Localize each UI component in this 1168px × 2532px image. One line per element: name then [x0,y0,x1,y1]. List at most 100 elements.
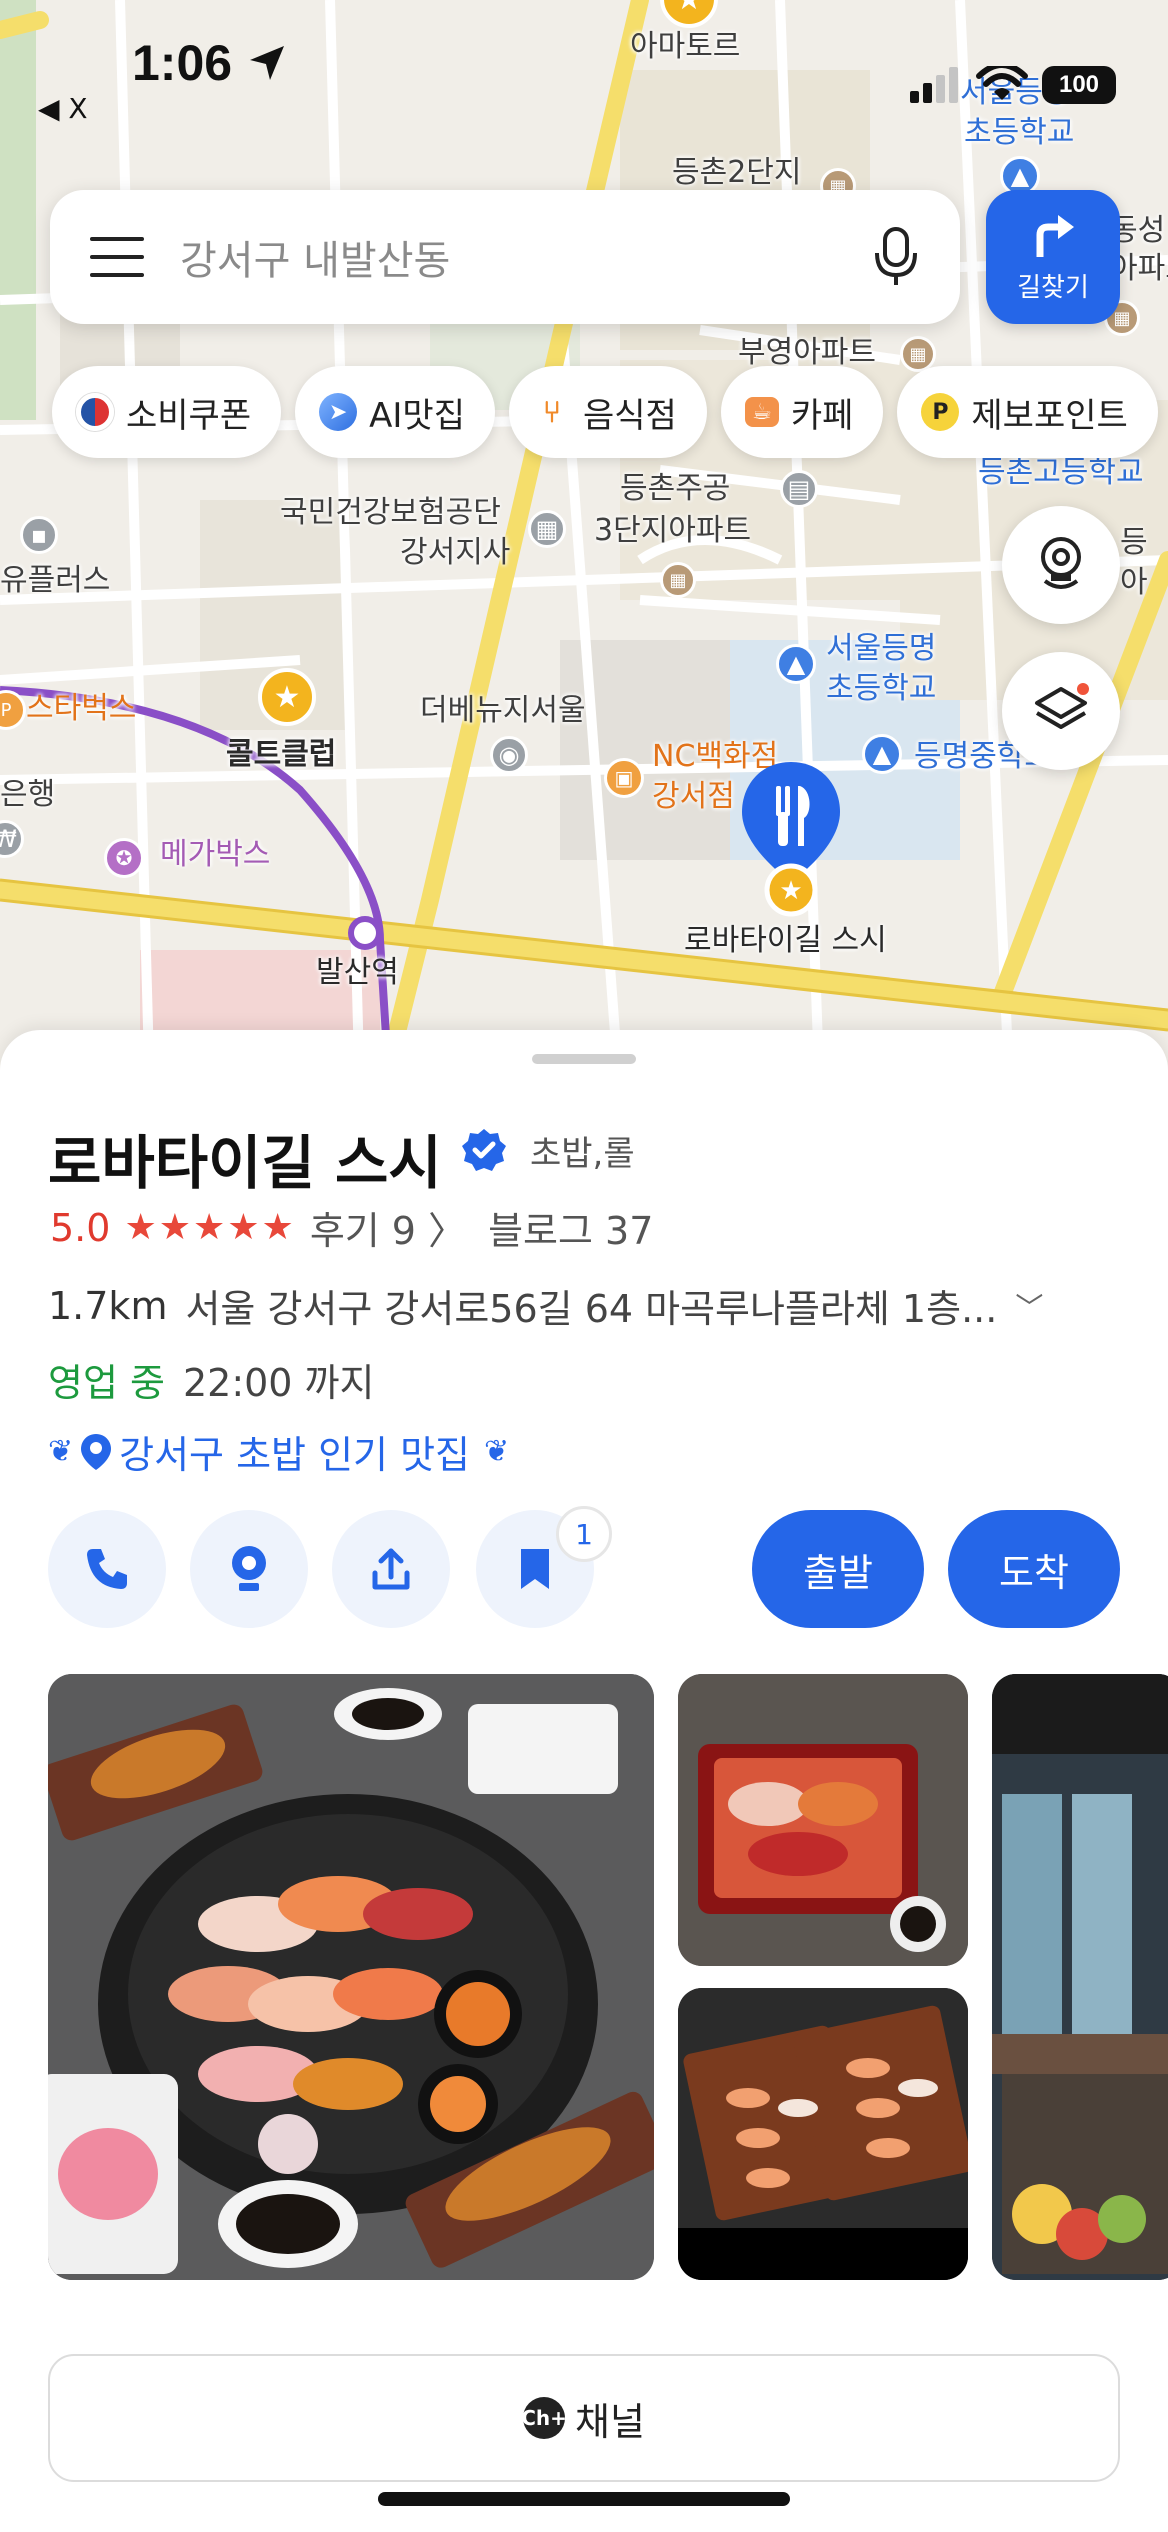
popular-badge-label: 강서구 초밥 인기 맛집 [119,1433,471,1477]
chirashi-box-image [678,1674,968,1966]
apartment-icon[interactable]: ▦ [660,562,696,598]
map-label-jugong: 등촌주공 [620,471,731,506]
map-label-amatory: 아마토르 [630,29,741,64]
chip-label: 제보포인트 [971,395,1128,436]
shopping-bag-icon[interactable]: ▣ [604,758,644,798]
directions-label: 길찾기 [1017,272,1089,303]
menu-icon[interactable] [90,237,144,277]
home-indicator [378,2492,790,2506]
map-label-nhis-b: 강서지사 [400,535,511,570]
laurel-right-icon: ❦ [484,1434,510,1469]
phone-icon [87,1549,127,1589]
map-label-thenew: 더베뉴지서울 [420,693,586,728]
place-title: 로바타이길 스시 [48,1129,442,1197]
svg-text:★: ★ [779,876,802,906]
status-indicators: 100 [908,66,1116,104]
cellular-signal-icon [910,67,958,103]
chip-cafe[interactable]: ☕ 카페 [720,366,884,458]
call-button[interactable] [48,1510,166,1628]
selected-place-marker[interactable]: ★ [736,756,846,926]
points-p-icon: P [921,393,960,431]
map-label-apt2: 등촌2단지 [672,155,802,190]
hours-row[interactable]: 영업 중 22:00 까지 [48,1352,374,1407]
map-canvas[interactable] [0,0,1168,1100]
map-label-deung-right-b: 아 [1120,565,1148,600]
chevron-down-icon[interactable]: ﹀ [1015,1286,1043,1326]
verified-badge-icon [462,1129,506,1171]
school-icon[interactable]: ▲ [862,734,902,774]
blog-reviews-link[interactable]: 블로그 37 [488,1200,653,1255]
map-label-coltclub: 콜트클럽 [226,737,337,772]
school-icon[interactable]: ▲ [776,644,816,684]
map-label-selected-place: 로바타이길 스시 [684,923,887,958]
sheet-drag-handle[interactable] [532,1054,636,1064]
address: 서울 강서구 강서로56길 64 마곡루나플라체 1층... [185,1287,998,1331]
map-view[interactable]: 아마토르 서울등양 초등학교 등촌2단지 동성 아파트 부영아파트 등촌고등학교… [0,0,1168,1100]
layers-icon [1035,683,1089,729]
distance: 1.7km [48,1283,168,1328]
category-chips: 소비쿠폰 ➤ AI맛집 ⑂ 음식점 ☕ 카페 P 제보포인트 [52,366,1158,458]
map-label-deungmyeong-elem: 서울등명 [826,631,937,666]
map-label-balsan-station: 발산역 [316,955,399,990]
open-status: 영업 중 [48,1361,165,1405]
street-view-icon [1041,537,1081,589]
restaurant-interior-image [992,1674,1168,2280]
reviews-link[interactable]: 후기 9 〉 [310,1200,466,1255]
laurel-left-icon: ❦ [48,1434,74,1469]
channel-label: 채널 [575,2399,645,2444]
share-icon [372,1548,410,1590]
search-input[interactable]: 강서구 내발산동 [180,228,872,286]
address-row[interactable]: 1.7km 서울 강서구 강서로56길 64 마곡루나플라체 1층... ﹀ [48,1278,1043,1333]
photo-sushi-trays[interactable] [678,1988,968,2280]
map-layers-button[interactable] [1002,652,1120,770]
street-view-action-button[interactable] [190,1510,308,1628]
bookmark-icon [521,1549,549,1589]
chip-ai-restaurants[interactable]: ➤ AI맛집 [295,366,495,458]
map-label-deung-right: 등 [1120,525,1148,560]
map-label-uplus: 유플러스 [0,563,111,598]
map-label-school-b: 초등학교 [964,115,1075,150]
map-label-bank: 은행 [0,777,56,812]
map-label-deungchon-high: 등촌고등학교 [978,455,1144,490]
microphone-icon[interactable] [872,225,920,289]
wifi-icon [976,66,1028,100]
kakao-channel-button[interactable]: Ch+ 채널 [48,2354,1120,2482]
building-icon[interactable]: ▪ [20,516,58,554]
popular-badge[interactable]: ❦ 강서구 초밥 인기 맛집 ❦ [48,1424,509,1479]
directions-button[interactable]: 길찾기 [986,190,1120,324]
utensils-icon: ⑂ [542,394,561,430]
rating-row: 5.0 ★★★★★ 후기 9 〉 블로그 37 [50,1200,653,1255]
channel-icon: Ch+ [521,2397,567,2439]
photo-restaurant-interior[interactable] [992,1674,1168,2280]
saved-count-badge: 1 [556,1506,612,1562]
place-category: 초밥,롤 [530,1134,635,1174]
library-icon[interactable]: ▤ [780,470,818,508]
korea-flag-icon [76,393,114,431]
photo-chirashi-box[interactable] [678,1674,968,1966]
coffee-cup-icon: ☕ [744,397,779,427]
share-button[interactable] [332,1510,450,1628]
street-view-button[interactable] [1002,506,1120,624]
chip-label: 음식점 [582,395,677,436]
arrive-button[interactable]: 도착 [948,1510,1120,1628]
status-time: 1:06 [132,35,233,91]
sushi-trays-image [678,1988,968,2280]
chip-report-points[interactable]: P 제보포인트 [897,366,1158,458]
map-label-megabox: 메가박스 [160,837,271,872]
map-label-starbucks: 스타벅스 [26,691,137,726]
office-icon[interactable]: ▦ [528,510,566,548]
star-rating-icon: ★★★★★ [124,1207,296,1248]
chip-consumer-coupon[interactable]: 소비쿠폰 [52,366,282,458]
depart-button[interactable]: 출발 [752,1510,924,1628]
closing-time: 22:00 까지 [182,1361,375,1405]
back-to-app-link[interactable]: ◀ X [38,92,88,125]
place-detail-sheet[interactable]: 로바타이길 스시 초밥,롤 5.0 ★★★★★ 후기 9 〉 블로그 37 1.… [0,1030,1168,2532]
star-marker-icon[interactable]: ★ [258,668,316,726]
search-bar[interactable]: 강서구 내발산동 [50,190,960,324]
venue-icon[interactable]: ◉ [490,736,528,774]
chip-restaurants[interactable]: ⑂ 음식점 [508,366,707,458]
map-label-jugong-b: 3단지아파트 [594,513,752,548]
chip-label: 카페 [790,395,854,436]
megabox-icon[interactable]: ✪ [104,838,144,878]
photo-sushi-platter[interactable] [48,1674,654,2280]
